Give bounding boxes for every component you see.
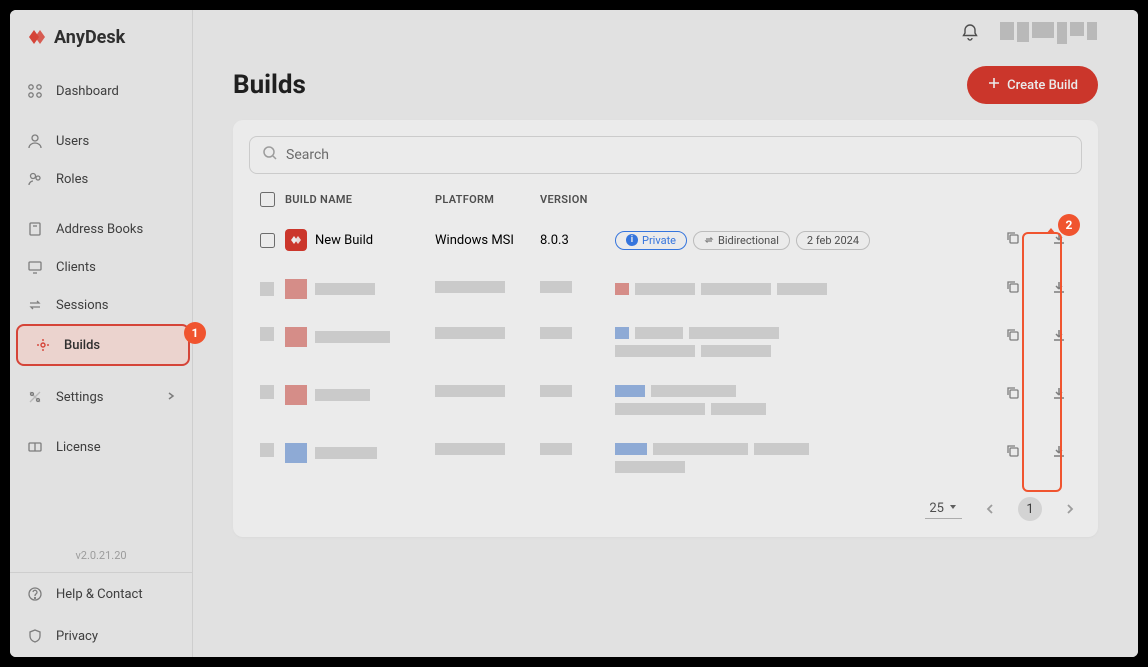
- book-icon: [26, 220, 44, 238]
- header-platform: PLATFORM: [435, 193, 540, 206]
- nav-label: Roles: [56, 172, 88, 187]
- user-menu[interactable]: [1000, 22, 1110, 46]
- notifications-icon[interactable]: [960, 22, 980, 46]
- annotation-callout-2: 2: [1058, 214, 1080, 236]
- dashboard-icon: [26, 82, 44, 100]
- sidebar-item-sessions[interactable]: Sessions: [10, 286, 192, 324]
- logo-icon: [26, 26, 48, 48]
- plus-icon: [987, 76, 1001, 94]
- sidebar-item-users[interactable]: Users: [10, 122, 192, 160]
- builds-table: BUILD NAME PLATFORM VERSION New Build: [249, 184, 1082, 487]
- header-version: VERSION: [540, 193, 615, 206]
- create-build-label: Create Build: [1007, 78, 1078, 93]
- sidebar-item-help[interactable]: Help & Contact: [10, 573, 192, 615]
- nav-label: Clients: [56, 260, 96, 275]
- content-area: Builds Create Build BUILD NAME PLATFORM: [193, 10, 1138, 657]
- table-row[interactable]: [249, 371, 1082, 429]
- next-page-button[interactable]: [1058, 497, 1082, 521]
- page-number[interactable]: 1: [1018, 497, 1042, 521]
- nav-label: Users: [56, 134, 89, 149]
- main-nav: Dashboard Users Roles Address Books: [10, 64, 192, 539]
- nav-label: Address Books: [56, 222, 143, 237]
- sidebar-item-dashboard[interactable]: Dashboard: [10, 72, 192, 110]
- create-build-button[interactable]: Create Build: [967, 66, 1098, 104]
- nav-label: Builds: [64, 338, 100, 353]
- build-app-icon: [285, 229, 307, 251]
- bottom-nav: Help & Contact Privacy: [10, 572, 192, 657]
- copy-icon[interactable]: [1005, 279, 1021, 299]
- license-icon: [26, 438, 44, 456]
- sidebar-item-address-books[interactable]: Address Books: [10, 210, 192, 248]
- help-icon: [26, 585, 44, 603]
- copy-icon[interactable]: [1005, 327, 1021, 347]
- tag-date: 2 feb 2024: [796, 231, 870, 250]
- table-row[interactable]: New Build Windows MSI 8.0.3 iPrivate Bid…: [249, 215, 1082, 265]
- select-all-checkbox[interactable]: [260, 192, 275, 207]
- sidebar-item-license[interactable]: License: [10, 428, 192, 466]
- search-input[interactable]: [286, 147, 1069, 163]
- build-name: New Build: [315, 233, 373, 248]
- page-size-select[interactable]: 25: [925, 499, 962, 519]
- chevron-down-icon: [948, 501, 958, 516]
- copy-icon[interactable]: [1005, 443, 1021, 463]
- sidebar-item-clients[interactable]: Clients: [10, 248, 192, 286]
- nav-label: Privacy: [56, 629, 98, 644]
- build-version: 8.0.3: [540, 233, 615, 248]
- page-title: Builds: [233, 70, 306, 100]
- version-label: v2.0.21.20: [10, 539, 192, 572]
- settings-icon: [26, 388, 44, 406]
- header-name: BUILD NAME: [285, 193, 435, 206]
- roles-icon: [26, 170, 44, 188]
- nav-label: Dashboard: [56, 84, 119, 99]
- tag-private: iPrivate: [615, 231, 687, 250]
- shield-icon: [26, 627, 44, 645]
- sidebar-item-roles[interactable]: Roles: [10, 160, 192, 198]
- sidebar-item-builds[interactable]: Builds: [16, 324, 190, 366]
- app-logo: AnyDesk: [10, 10, 192, 64]
- annotation-callout-1: 1: [184, 322, 206, 344]
- annotation-highlight-downloads: [1022, 232, 1062, 492]
- top-bar: [193, 10, 1138, 58]
- nav-label: Help & Contact: [56, 587, 143, 602]
- tag-direction: Bidirectional: [693, 231, 790, 250]
- nav-label: License: [56, 440, 101, 455]
- user-icon: [26, 132, 44, 150]
- page-header: Builds Create Build: [193, 58, 1138, 120]
- sidebar-item-settings[interactable]: Settings: [10, 378, 192, 416]
- table-row[interactable]: [249, 429, 1082, 487]
- monitor-icon: [26, 258, 44, 276]
- page-size-value: 25: [929, 501, 944, 516]
- row-checkbox[interactable]: [260, 233, 275, 248]
- search-icon: [262, 145, 278, 165]
- table-row[interactable]: [249, 265, 1082, 313]
- nav-label: Settings: [56, 390, 103, 405]
- copy-icon[interactable]: [1005, 385, 1021, 405]
- logo-text: AnyDesk: [54, 27, 125, 48]
- builds-card: BUILD NAME PLATFORM VERSION New Build: [233, 120, 1098, 537]
- nav-label: Sessions: [56, 298, 109, 313]
- chevron-right-icon: [166, 390, 176, 405]
- sidebar: AnyDesk Dashboard Users Roles: [10, 10, 193, 657]
- search-box[interactable]: [249, 136, 1082, 174]
- sidebar-item-privacy[interactable]: Privacy: [10, 615, 192, 657]
- copy-icon[interactable]: [1005, 230, 1021, 250]
- swap-icon: [26, 296, 44, 314]
- pagination: 25 1: [249, 487, 1082, 521]
- build-platform: Windows MSI: [435, 233, 540, 248]
- table-row[interactable]: [249, 313, 1082, 371]
- prev-page-button[interactable]: [978, 497, 1002, 521]
- table-header: BUILD NAME PLATFORM VERSION: [249, 184, 1082, 215]
- builds-icon: [34, 336, 52, 354]
